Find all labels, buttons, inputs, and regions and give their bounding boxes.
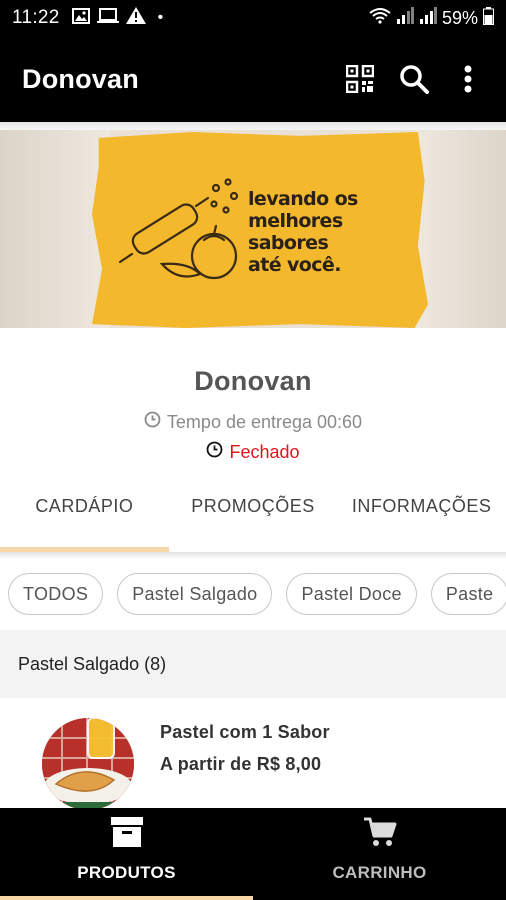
banner-background-left bbox=[0, 130, 110, 328]
active-nav-indicator bbox=[0, 896, 253, 900]
app-title: Donovan bbox=[22, 63, 139, 94]
store-header: Donovan Tempo de entrega 00:60 Fechado bbox=[0, 328, 506, 468]
qr-code-icon[interactable] bbox=[344, 63, 376, 95]
product-price: A partir de R$ 8,00 bbox=[160, 754, 322, 774]
bottom-navigation: PRODUTOS CARRINHO bbox=[0, 808, 506, 900]
signal-icon bbox=[396, 7, 414, 29]
section-header: Pastel Salgado (8) bbox=[0, 630, 506, 698]
banner-background-right bbox=[416, 130, 506, 328]
clock-icon bbox=[144, 411, 161, 433]
status-dot: • bbox=[157, 9, 164, 26]
app-bar: Donovan bbox=[0, 36, 506, 122]
banner-illustration bbox=[118, 178, 239, 280]
chip-pastel-salgado[interactable]: Pastel Salgado bbox=[117, 573, 273, 615]
tab-promocoes[interactable]: PROMOÇÕES bbox=[169, 468, 338, 552]
category-chips: TODOS Pastel Salgado Pastel Doce Paste bbox=[0, 558, 506, 630]
signal-icon bbox=[419, 7, 437, 29]
clock-icon bbox=[206, 441, 223, 463]
wifi-icon bbox=[369, 7, 391, 29]
image-icon bbox=[71, 7, 90, 29]
status-bar: 11:22 • 59% bbox=[0, 0, 506, 36]
delivery-time: Tempo de entrega 00:60 bbox=[166, 411, 363, 432]
store-status-row: Fechado bbox=[0, 441, 506, 463]
app-bar-shadow bbox=[0, 122, 506, 130]
cart-icon bbox=[363, 816, 397, 853]
chip-todos[interactable]: TODOS bbox=[8, 573, 104, 615]
nav-carrinho-label: CARRINHO bbox=[332, 863, 427, 882]
store-name: Donovan bbox=[194, 366, 312, 396]
search-icon[interactable] bbox=[398, 63, 430, 95]
more-vert-icon[interactable] bbox=[452, 63, 484, 95]
archive-box-icon bbox=[110, 816, 144, 853]
store-banner: levando os melhores sabores até você. bbox=[0, 130, 506, 328]
banner-line: melhores bbox=[248, 210, 343, 232]
nav-produtos-label: PRODUTOS bbox=[77, 863, 176, 882]
warning-icon bbox=[125, 7, 146, 29]
product-image bbox=[42, 718, 134, 810]
nav-produtos[interactable]: PRODUTOS bbox=[0, 808, 253, 900]
chip-pastel-doce[interactable]: Pastel Doce bbox=[286, 573, 417, 615]
store-status: Fechado bbox=[229, 441, 300, 462]
nav-carrinho[interactable]: CARRINHO bbox=[253, 808, 506, 900]
banner-slogan: levando os melhores sabores até você. bbox=[248, 188, 408, 276]
product-name: Pastel com 1 Sabor bbox=[160, 722, 330, 742]
laptop-icon bbox=[96, 7, 119, 29]
delivery-time-row: Tempo de entrega 00:60 bbox=[0, 411, 506, 433]
banner-line: levando os bbox=[248, 188, 358, 210]
tab-informacoes[interactable]: INFORMAÇÕES bbox=[337, 468, 506, 552]
app-bar-actions bbox=[344, 63, 484, 95]
tab-bar: CARDÁPIO PROMOÇÕES INFORMAÇÕES bbox=[0, 468, 506, 552]
banner-line: sabores bbox=[248, 232, 329, 254]
banner-line: até você. bbox=[248, 254, 341, 276]
product-item[interactable]: Pastel com 1 Sabor A partir de R$ 8,00 bbox=[0, 698, 506, 810]
battery-icon bbox=[483, 6, 494, 30]
system-icons: 59% bbox=[369, 6, 494, 30]
status-time: 11:22 bbox=[12, 7, 60, 28]
tab-cardapio[interactable]: CARDÁPIO bbox=[0, 468, 169, 552]
notification-icons bbox=[71, 7, 146, 29]
chip-partial[interactable]: Paste bbox=[430, 573, 506, 615]
battery-percent: 59% bbox=[441, 7, 478, 28]
